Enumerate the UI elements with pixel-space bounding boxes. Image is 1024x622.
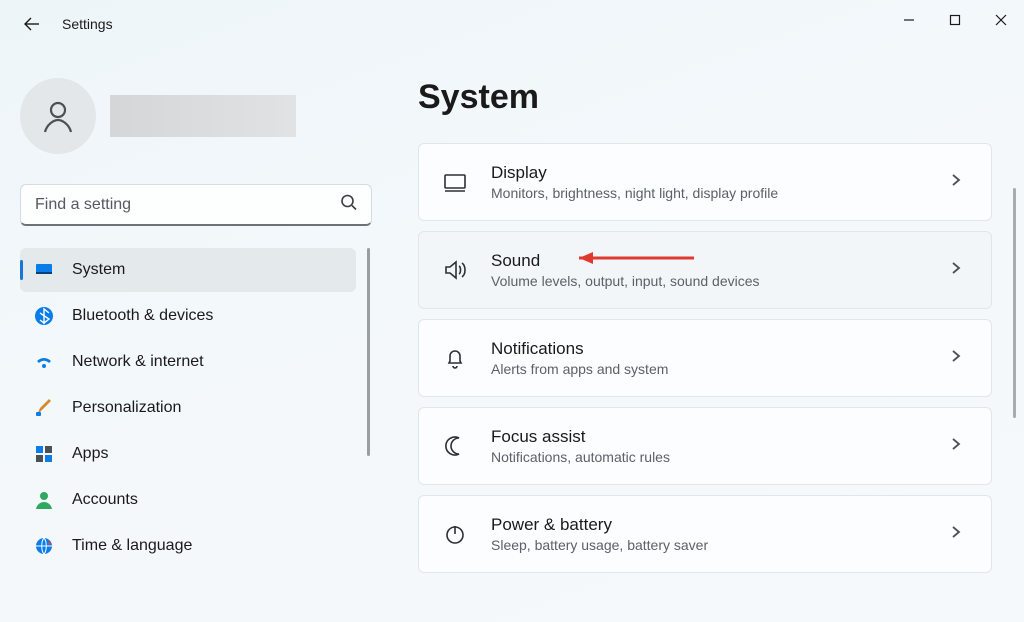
search-input[interactable] [20, 184, 372, 226]
card-subtitle: Alerts from apps and system [491, 361, 927, 377]
settings-card-power-battery[interactable]: Power & battery Sleep, battery usage, bat… [418, 495, 992, 573]
window-controls [886, 0, 1024, 40]
card-title: Power & battery [491, 515, 927, 535]
sidebar: System Bluetooth & devices Network & inter… [0, 48, 388, 622]
wifi-icon [34, 352, 54, 372]
globe-icon [34, 536, 54, 556]
sidebar-item-time-language[interactable]: Time & language [20, 524, 356, 568]
power-icon [441, 522, 469, 546]
search-icon [340, 194, 358, 217]
close-button[interactable] [978, 0, 1024, 40]
monitor-icon [34, 260, 54, 280]
card-text: Notifications Alerts from apps and system [491, 339, 927, 377]
settings-card-notifications[interactable]: Notifications Alerts from apps and system [418, 319, 992, 397]
card-text: Focus assist Notifications, automatic rul… [491, 427, 927, 465]
moon-icon [441, 434, 469, 458]
sidebar-item-label: Accounts [72, 491, 138, 509]
avatar [20, 78, 96, 154]
sidebar-item-bluetooth-devices[interactable]: Bluetooth & devices [20, 294, 356, 338]
card-title: Notifications [491, 339, 927, 359]
settings-card-sound[interactable]: Sound Volume levels, output, input, sound… [418, 231, 992, 309]
card-text: Sound Volume levels, output, input, sound… [491, 251, 927, 289]
sidebar-item-label: Time & language [72, 537, 192, 555]
nav-list: System Bluetooth & devices Network & inter… [20, 248, 378, 568]
card-subtitle: Volume levels, output, input, sound devi… [491, 273, 927, 289]
maximize-button[interactable] [932, 0, 978, 40]
sidebar-item-personalization[interactable]: Personalization [20, 386, 356, 430]
main-scrollbar[interactable] [1013, 188, 1016, 418]
apps-icon [34, 444, 54, 464]
chevron-right-icon [949, 525, 967, 544]
bluetooth-icon [34, 306, 54, 326]
profile-block[interactable] [20, 78, 378, 154]
search-box[interactable] [20, 184, 372, 226]
card-subtitle: Notifications, automatic rules [491, 449, 927, 465]
sidebar-item-network-internet[interactable]: Network & internet [20, 340, 356, 384]
bell-icon [441, 346, 469, 370]
card-title: Sound [491, 251, 927, 271]
sidebar-item-label: Bluetooth & devices [72, 307, 213, 325]
minimize-button[interactable] [886, 0, 932, 40]
sidebar-item-accounts[interactable]: Accounts [20, 478, 356, 522]
card-text: Display Monitors, brightness, night light… [491, 163, 927, 201]
header: Settings [0, 0, 1024, 48]
back-button[interactable] [20, 12, 44, 36]
card-title: Focus assist [491, 427, 927, 447]
chevron-right-icon [949, 173, 967, 192]
brush-icon [34, 398, 54, 418]
settings-card-display[interactable]: Display Monitors, brightness, night light… [418, 143, 992, 221]
app-title: Settings [62, 16, 113, 32]
person-icon [34, 490, 54, 510]
card-subtitle: Sleep, battery usage, battery saver [491, 537, 927, 553]
sidebar-item-system[interactable]: System [20, 248, 356, 292]
display-icon [441, 169, 469, 195]
sidebar-item-label: Network & internet [72, 353, 204, 371]
card-text: Power & battery Sleep, battery usage, bat… [491, 515, 927, 553]
sound-icon [441, 257, 469, 283]
profile-name-redacted [110, 95, 296, 137]
sidebar-item-label: Apps [72, 445, 108, 463]
card-subtitle: Monitors, brightness, night light, displ… [491, 185, 927, 201]
sidebar-item-label: Personalization [72, 399, 181, 417]
settings-card-focus-assist[interactable]: Focus assist Notifications, automatic rul… [418, 407, 992, 485]
chevron-right-icon [949, 437, 967, 456]
sidebar-item-apps[interactable]: Apps [20, 432, 356, 476]
chevron-right-icon [949, 349, 967, 368]
card-title: Display [491, 163, 927, 183]
main-panel: System Display Monitors, brightness, nigh… [388, 48, 1024, 622]
chevron-right-icon [949, 261, 967, 280]
settings-card-list: Display Monitors, brightness, night light… [418, 143, 992, 573]
sidebar-item-label: System [72, 261, 125, 279]
page-title: System [418, 78, 992, 117]
sidebar-scrollbar[interactable] [367, 248, 370, 456]
